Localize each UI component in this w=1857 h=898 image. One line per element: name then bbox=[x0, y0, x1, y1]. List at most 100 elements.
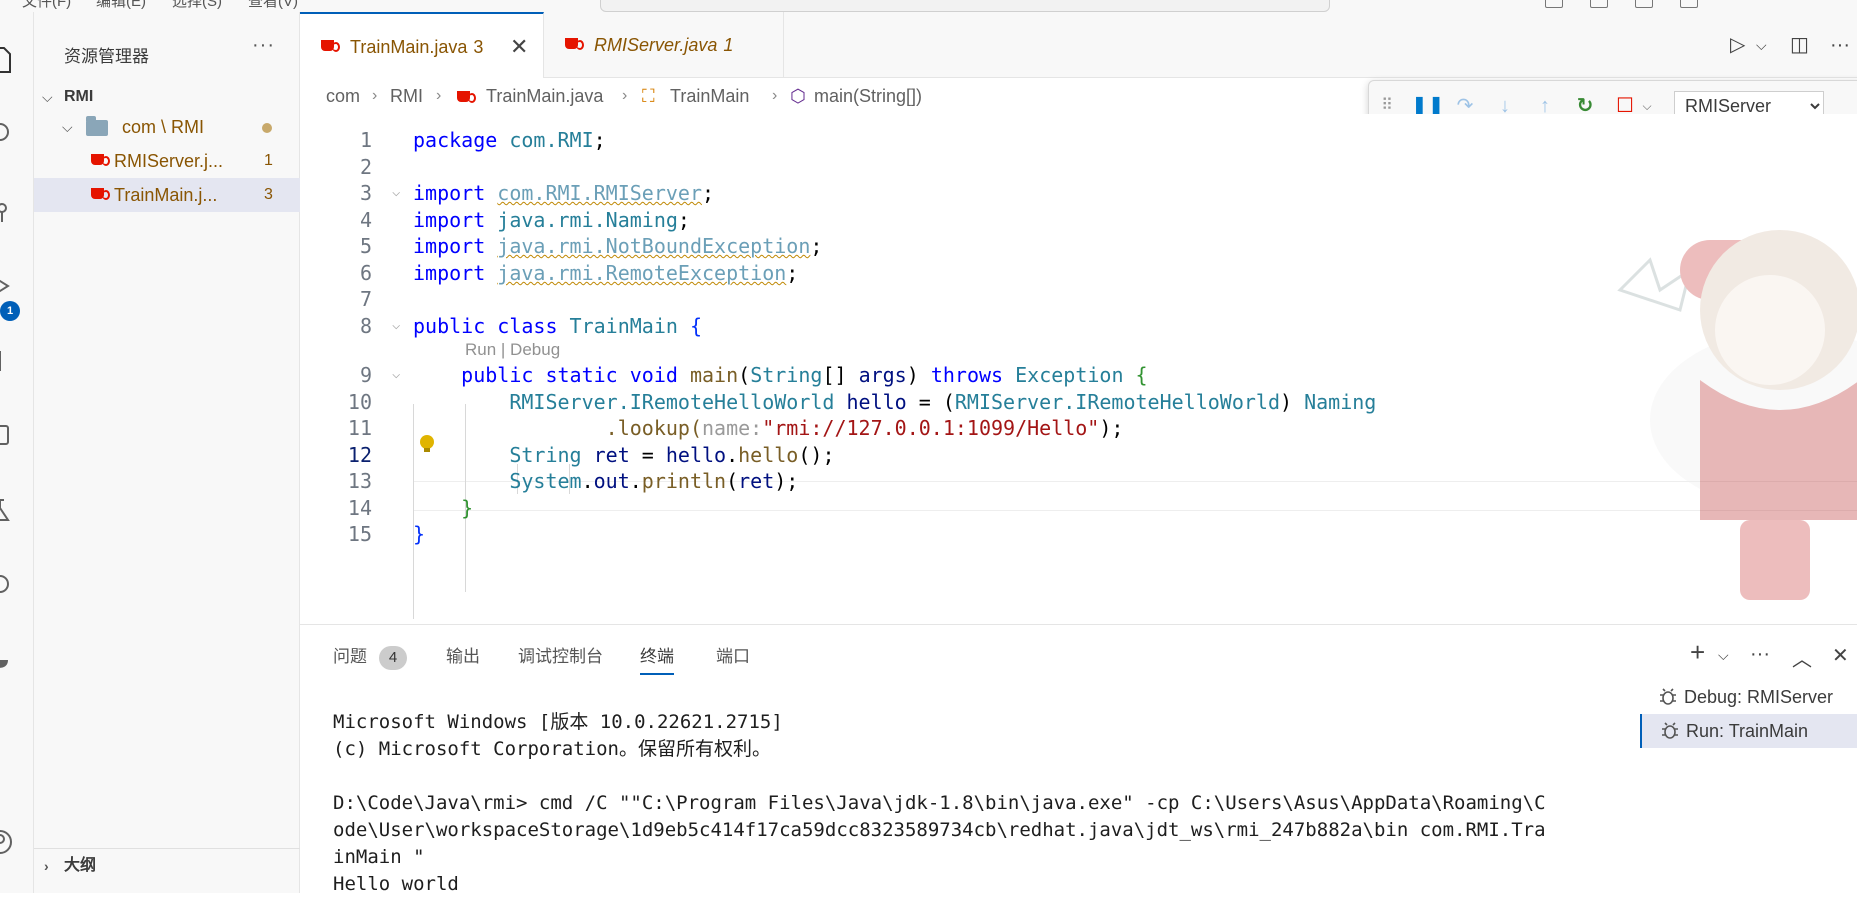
outline-section[interactable]: › 大纲 bbox=[34, 848, 300, 882]
line-number: 2 bbox=[359, 155, 372, 179]
tab-trainmain[interactable]: TrainMain.java 3 ✕ bbox=[300, 12, 544, 79]
tab-debug-console[interactable]: 调试控制台 bbox=[518, 639, 603, 675]
problems-badge: 4 bbox=[379, 646, 407, 670]
code-line-6: import java.rmi.RemoteException; bbox=[413, 261, 799, 285]
terminal-label: Debug: RMIServer bbox=[1684, 687, 1834, 707]
chevron-down-icon[interactable]: ⌵ bbox=[1718, 647, 1729, 664]
background-character-image bbox=[1590, 180, 1857, 620]
line-number: 15 bbox=[347, 522, 372, 546]
tab-label: RMIServer.java bbox=[594, 35, 718, 55]
maximize-panel-icon[interactable]: ︿ bbox=[1792, 643, 1812, 672]
source-control-icon[interactable] bbox=[0, 190, 34, 230]
tree-file-rmiserver[interactable]: RMIServer.j... 1 bbox=[34, 144, 300, 178]
terminal-line: inMain " bbox=[333, 846, 425, 868]
line-number: 10 bbox=[347, 390, 372, 414]
line-number: 3 bbox=[359, 181, 372, 205]
terminal-line: Microsoft Windows [版本 10.0.22621.2715] bbox=[333, 711, 783, 733]
fold-chevron-icon[interactable]: ⌵ bbox=[392, 317, 400, 333]
terminal-line: D:\Code\Java\rmi> cmd /C ""C:\Program Fi… bbox=[333, 792, 1546, 814]
bug-icon bbox=[1662, 722, 1678, 739]
explorer-sidebar: 资源管理器 ··· ⌵ RMI ⌵ com \ RMI RMIServer.j.… bbox=[34, 12, 300, 893]
title-bar: 文件(F) 编辑(E) 选择(S) 查看(V) bbox=[0, 0, 1857, 12]
tab-problem-count: 3 bbox=[473, 37, 484, 57]
breadcrumb-item[interactable]: TrainMain bbox=[670, 78, 749, 114]
search-icon[interactable] bbox=[0, 114, 34, 154]
terminal-item-debug[interactable]: Debug: RMIServer bbox=[1640, 680, 1857, 714]
bug-icon bbox=[1660, 688, 1676, 705]
more-actions-icon[interactable]: ··· bbox=[1750, 643, 1770, 666]
chevron-down-icon[interactable]: ⌵ bbox=[1756, 12, 1767, 78]
chevron-right-icon: › bbox=[436, 87, 442, 104]
tab-output[interactable]: 输出 bbox=[446, 639, 480, 675]
chevron-right-icon: › bbox=[622, 87, 628, 104]
fold-chevron-icon[interactable]: ⌵ bbox=[392, 184, 400, 200]
code-line-1: package com.RMI; bbox=[413, 128, 606, 152]
code-line-10: RMIServer.IRemoteHelloWorld hello = (RMI… bbox=[509, 390, 1377, 414]
problem-count: 1 bbox=[264, 152, 273, 169]
problem-count: 3 bbox=[264, 186, 273, 203]
menu-file[interactable]: 文件(F) bbox=[22, 0, 71, 11]
root-folder-label: RMI bbox=[64, 88, 94, 105]
activity-bar: 1 bbox=[0, 12, 34, 893]
menu-selection[interactable]: 选择(S) bbox=[172, 0, 222, 11]
java-file-icon bbox=[564, 34, 584, 50]
tab-rmiserver[interactable]: RMIServer.java 1 bbox=[544, 12, 784, 78]
terminal-output[interactable]: Microsoft Windows [版本 10.0.22621.2715] (c… bbox=[333, 709, 1613, 898]
breadcrumb-item[interactable]: TrainMain.java bbox=[486, 78, 603, 114]
toggle-secondary-sidebar-icon[interactable] bbox=[1635, 0, 1653, 8]
explorer-more-button[interactable]: ··· bbox=[252, 34, 275, 57]
new-terminal-icon[interactable]: + bbox=[1690, 637, 1705, 668]
tree-folder-com-rmi[interactable]: ⌵ com \ RMI bbox=[34, 110, 300, 144]
docker-icon[interactable] bbox=[0, 638, 34, 678]
close-panel-icon[interactable]: ✕ bbox=[1832, 643, 1849, 668]
fold-chevron-icon[interactable]: ⌵ bbox=[392, 366, 400, 382]
codelens-run-debug[interactable]: Run | Debug bbox=[465, 340, 560, 360]
code-line-15: } bbox=[413, 522, 426, 546]
line-number: 13 bbox=[347, 469, 372, 493]
file-label: RMIServer.j... bbox=[114, 151, 224, 171]
menu-edit[interactable]: 编辑(E) bbox=[96, 0, 146, 11]
chevron-right-icon: › bbox=[372, 87, 378, 104]
tab-problems[interactable]: 问题 4 bbox=[333, 639, 407, 675]
breadcrumb-item[interactable]: com bbox=[326, 78, 360, 114]
breadcrumb-item[interactable]: RMI bbox=[390, 78, 423, 114]
line-number: 9 bbox=[359, 363, 372, 387]
customize-layout-icon[interactable] bbox=[1680, 0, 1698, 8]
run-debug-icon[interactable] bbox=[0, 266, 34, 306]
line-number: 8 bbox=[359, 314, 372, 338]
outline-label: 大纲 bbox=[64, 857, 97, 874]
tab-ports[interactable]: 端口 bbox=[716, 639, 750, 675]
copilot-icon[interactable] bbox=[0, 564, 34, 604]
tab-terminal[interactable]: 终端 bbox=[640, 639, 674, 675]
terminal-label: Run: TrainMain bbox=[1686, 721, 1809, 741]
close-icon[interactable]: ✕ bbox=[510, 14, 528, 80]
class-icon: ⛶ bbox=[642, 86, 655, 106]
command-center[interactable] bbox=[600, 0, 1330, 12]
run-icon[interactable]: ▷ bbox=[1730, 12, 1745, 78]
menu-view[interactable]: 查看(V) bbox=[248, 0, 298, 11]
breadcrumb-item[interactable]: main(String[]) bbox=[814, 78, 922, 114]
tab-problem-count: 1 bbox=[723, 35, 734, 55]
chevron-right-icon: › bbox=[44, 858, 49, 874]
tree-root-rmi[interactable]: ⌵ RMI bbox=[34, 80, 300, 114]
split-editor-icon[interactable]: ◫ bbox=[1790, 12, 1809, 78]
more-actions-icon[interactable]: ··· bbox=[1830, 12, 1850, 78]
testing-icon[interactable] bbox=[0, 490, 34, 530]
code-line-12: String ret = hello.hello(); bbox=[509, 443, 835, 467]
remote-explorer-icon[interactable] bbox=[0, 416, 34, 456]
chevron-down-icon: ⌵ bbox=[62, 119, 73, 135]
account-icon[interactable] bbox=[0, 822, 34, 862]
explorer-icon[interactable] bbox=[0, 40, 34, 80]
toggle-sidebar-icon[interactable] bbox=[1545, 0, 1563, 8]
line-number: 4 bbox=[359, 208, 372, 232]
terminal-item-run[interactable]: Run: TrainMain bbox=[1640, 714, 1857, 748]
tree-file-trainmain[interactable]: TrainMain.j... 3 bbox=[34, 178, 300, 212]
toggle-panel-icon[interactable] bbox=[1590, 0, 1608, 8]
modified-dot-icon bbox=[262, 123, 272, 133]
line-number: 12 bbox=[347, 443, 372, 467]
extensions-icon[interactable] bbox=[0, 342, 34, 382]
code-line-3: import com.RMI.RMIServer; bbox=[413, 181, 715, 205]
chevron-right-icon: › bbox=[772, 87, 778, 104]
line-number: 5 bbox=[359, 234, 372, 258]
